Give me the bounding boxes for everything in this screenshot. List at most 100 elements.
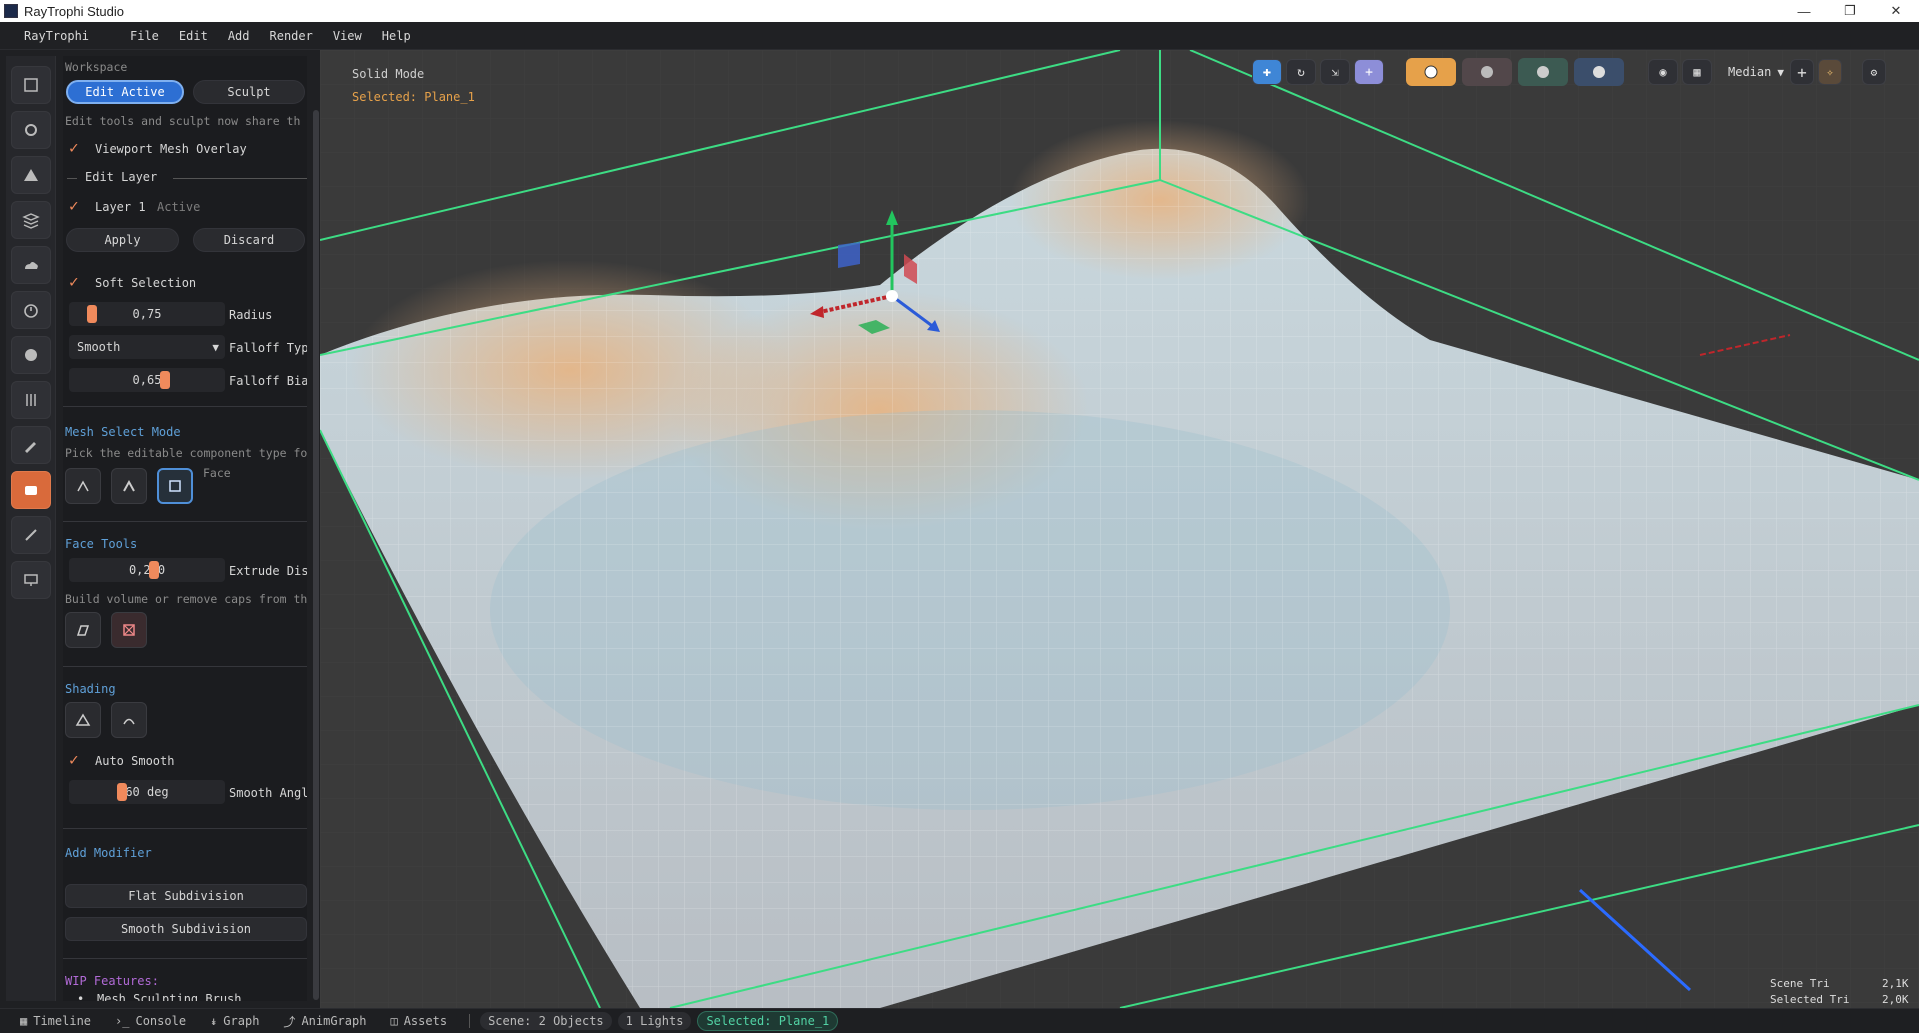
flat-subdivision-button[interactable]: Flat Subdivision	[65, 884, 307, 908]
mesh-select-hint: Pick the editable component type fo	[65, 446, 307, 460]
settings-icon[interactable]	[11, 111, 51, 149]
hair-icon[interactable]	[11, 381, 51, 419]
delete-face-button[interactable]	[111, 612, 147, 648]
extrude-icon	[76, 625, 90, 636]
menu-render[interactable]: Render	[260, 29, 323, 43]
extrude-button[interactable]	[65, 612, 101, 648]
transform-toolbar: ✚ ↻ ⇲ +	[1252, 58, 1388, 86]
pen-icon[interactable]	[11, 516, 51, 554]
face-icon	[169, 480, 181, 492]
apply-button[interactable]: Apply	[66, 228, 179, 252]
overlay-checkbox[interactable]: ✓	[69, 140, 85, 156]
timeline-tab[interactable]: ▦ Timeline	[0, 1014, 103, 1028]
minimize-icon[interactable]: —	[1781, 0, 1827, 22]
restore-icon[interactable]: ❐	[1827, 0, 1873, 22]
transform-all-button[interactable]: +	[1354, 59, 1384, 85]
edge-icon	[123, 479, 135, 492]
workspace-label: Workspace	[65, 60, 128, 74]
tab-edit-active[interactable]: Edit Active	[66, 80, 184, 104]
wire-sphere-icon	[1593, 66, 1605, 78]
terrain-icon[interactable]	[11, 156, 51, 194]
menu-view[interactable]: View	[323, 29, 372, 43]
rendered-mode-button[interactable]	[1518, 58, 1568, 86]
scale-tool-button[interactable]: ⇲	[1320, 59, 1350, 85]
gizmo-settings-button[interactable]: ⚙	[1861, 59, 1886, 85]
scene-tri-value: 2,1K	[1882, 977, 1909, 990]
snap-button[interactable]: ✧	[1817, 59, 1842, 85]
radius-knob[interactable]	[87, 305, 97, 323]
timeline-tab-label: Timeline	[33, 1014, 92, 1028]
edit-panel: Workspace Edit Active Sculpt Edit tools …	[63, 56, 307, 1001]
move-tool-button[interactable]: ✚	[1252, 59, 1282, 85]
mesh-select-title: Mesh Select Mode	[65, 425, 181, 439]
smooth-angle-value: 60 deg	[125, 785, 169, 799]
edge-mode-button[interactable]	[111, 468, 147, 504]
sphere-icon[interactable]	[11, 336, 51, 374]
extrude-knob[interactable]	[149, 561, 159, 579]
smooth-angle-slider[interactable]: 60 deg	[69, 780, 225, 804]
layer-checkbox[interactable]: ✓	[69, 198, 85, 214]
vertex-mode-button[interactable]	[65, 468, 101, 504]
solid-mode-button[interactable]	[1406, 58, 1456, 86]
flat-shading-button[interactable]	[65, 702, 101, 738]
falloff-type-select[interactable]: Smooth ▼	[69, 335, 225, 359]
close-icon[interactable]: ✕	[1873, 0, 1919, 22]
discard-button[interactable]: Discard	[193, 228, 305, 252]
viewport-selected: Selected: Plane_1	[352, 90, 475, 104]
pivot-chevron-icon[interactable]: ▼	[1777, 66, 1784, 79]
menu-help[interactable]: Help	[372, 29, 421, 43]
console-tab[interactable]: ›_ Console	[103, 1014, 198, 1028]
3d-viewport[interactable]: Solid Mode Selected: Plane_1 ✚ ↻ ⇲ + ◉ ▦…	[320, 50, 1919, 1008]
auto-smooth-label: Auto Smooth	[95, 754, 175, 768]
radius-slider[interactable]: 0,75	[69, 302, 225, 326]
extrude-label: Extrude Dis	[229, 564, 307, 578]
view-toolbar: ◉ ▦ Median ▼ + ✧ ⚙	[1648, 58, 1890, 86]
falloff-bias-value: 0,65	[132, 373, 162, 387]
soft-selection-checkbox[interactable]: ✓	[69, 274, 85, 290]
menu-bar: RayTrophi File Edit Add Render View Help	[0, 22, 1919, 50]
face-tools-hint: Build volume or remove caps from th	[65, 592, 307, 606]
tab-sculpt[interactable]: Sculpt	[193, 80, 305, 104]
camera-button[interactable]: ◉	[1648, 59, 1678, 85]
selected-tri-label: Selected Tri	[1770, 993, 1850, 1006]
face-mode-button[interactable]	[157, 468, 193, 504]
falloff-bias-slider[interactable]: 0,65	[69, 368, 225, 392]
display-icon[interactable]	[11, 561, 51, 599]
pivot-select[interactable]: Median	[1728, 65, 1771, 79]
menu-edit[interactable]: Edit	[169, 29, 218, 43]
graph-tab-label: Graph	[223, 1014, 260, 1028]
material-mode-button[interactable]	[1462, 58, 1512, 86]
workspace-hint: Edit tools and sculpt now share th	[65, 114, 301, 128]
extrude-slider[interactable]: 0,200	[69, 558, 225, 582]
menu-add[interactable]: Add	[218, 29, 260, 43]
falloff-bias-knob[interactable]	[160, 371, 170, 389]
assets-tab[interactable]: ◫ Assets	[378, 1014, 459, 1028]
smooth-angle-knob[interactable]	[117, 783, 127, 801]
animgraph-tab[interactable]: ⤴ AnimGraph	[271, 1013, 378, 1030]
scene-icon[interactable]	[11, 66, 51, 104]
stats-button[interactable]: ▦	[1682, 59, 1712, 85]
tool-icon-bar	[6, 56, 56, 1001]
mesh-edit-icon[interactable]	[11, 471, 51, 509]
animgraph-tab-label: AnimGraph	[301, 1014, 367, 1028]
menu-file[interactable]: File	[120, 29, 169, 43]
wire-mode-button[interactable]	[1574, 58, 1624, 86]
add-pivot-button[interactable]: +	[1789, 59, 1814, 85]
layers-icon[interactable]	[11, 201, 51, 239]
falloff-type-label: Falloff Typ	[229, 341, 307, 355]
edit-layer-label: Edit Layer	[85, 170, 158, 184]
face-tools-title: Face Tools	[65, 537, 138, 551]
timer-icon[interactable]	[11, 291, 51, 329]
brush-icon[interactable]	[11, 426, 51, 464]
timeline-icon: ▦	[20, 1014, 28, 1028]
rotate-tool-button[interactable]: ↻	[1286, 59, 1316, 85]
auto-smooth-checkbox[interactable]: ✓	[69, 752, 85, 768]
snap-icon: ✧	[1826, 65, 1834, 79]
graph-tab[interactable]: ↡ Graph	[198, 1014, 271, 1028]
smooth-subdivision-button[interactable]: Smooth Subdivision	[65, 917, 307, 941]
smooth-shading-button[interactable]	[111, 702, 147, 738]
cloud-icon[interactable]	[11, 246, 51, 284]
panel-scrollbar[interactable]	[313, 110, 319, 1000]
wip-title: WIP Features:	[65, 974, 159, 988]
smooth-shade-icon	[123, 718, 135, 725]
